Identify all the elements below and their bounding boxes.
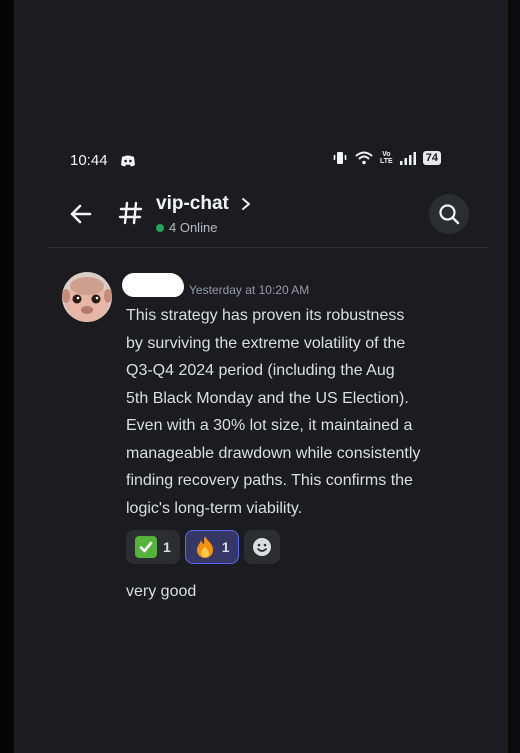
online-count: 4 Online bbox=[169, 220, 218, 235]
message-text[interactable]: This strategy has proven its robustness … bbox=[126, 302, 486, 522]
reaction-count: 1 bbox=[163, 539, 171, 555]
channel-name[interactable]: vip-chat bbox=[156, 193, 229, 215]
header-divider bbox=[48, 247, 488, 248]
status-time: 10:44 bbox=[70, 152, 108, 169]
message-line: Even with a 30% lot size, it maintained … bbox=[126, 417, 413, 434]
chevron-right-icon[interactable] bbox=[240, 196, 252, 212]
search-button[interactable] bbox=[429, 194, 469, 234]
volte-indicator: Vo LTE bbox=[380, 151, 393, 165]
channel-hash-icon bbox=[118, 201, 143, 225]
reaction-fire[interactable]: 1 bbox=[184, 530, 239, 564]
fire-icon bbox=[196, 536, 213, 558]
wifi-icon bbox=[355, 151, 373, 165]
message-timestamp: Yesterday at 10:20 AM bbox=[189, 283, 310, 297]
check-mark-icon bbox=[135, 536, 157, 558]
message-line: finding recovery paths. This confirms th… bbox=[126, 472, 413, 489]
reaction-check[interactable]: 1 bbox=[126, 530, 180, 564]
followup-message[interactable]: very good bbox=[126, 583, 196, 601]
username-redacted bbox=[122, 273, 184, 297]
message-line: 5th Black Monday and the US Election). bbox=[126, 389, 409, 407]
message-line: This strategy has proven its robustness bbox=[126, 307, 405, 324]
message-line: logic's long-term viability. bbox=[126, 499, 303, 517]
message-line: Q3-Q4 2024 period (including the Aug bbox=[126, 362, 395, 379]
online-status: 4 Online bbox=[156, 220, 217, 235]
discord-app: 10:44 Vo LTE 74 vip-chat 4 Online Yester… bbox=[14, 0, 514, 753]
discord-notification-icon bbox=[121, 155, 135, 167]
signal-icon bbox=[399, 152, 416, 165]
vibrate-icon bbox=[333, 152, 347, 164]
battery-indicator: 74 bbox=[422, 151, 441, 165]
online-dot-icon bbox=[156, 223, 164, 232]
message-line: by surviving the extreme volatility of t… bbox=[126, 334, 406, 352]
avatar[interactable] bbox=[62, 272, 112, 322]
screen-edge-right bbox=[508, 0, 514, 753]
screen-bezel-left bbox=[0, 0, 14, 753]
reaction-count: 1 bbox=[221, 539, 230, 555]
status-icons: Vo LTE 74 bbox=[332, 151, 441, 165]
reaction-bar: 1 1 bbox=[126, 530, 280, 564]
smiley-icon bbox=[252, 538, 271, 556]
add-reaction-button[interactable] bbox=[243, 530, 280, 564]
back-arrow-icon[interactable] bbox=[68, 201, 94, 227]
search-icon bbox=[439, 204, 460, 225]
message-line: manageable drawdown while consistently bbox=[126, 444, 421, 462]
avatar-image bbox=[62, 272, 112, 322]
